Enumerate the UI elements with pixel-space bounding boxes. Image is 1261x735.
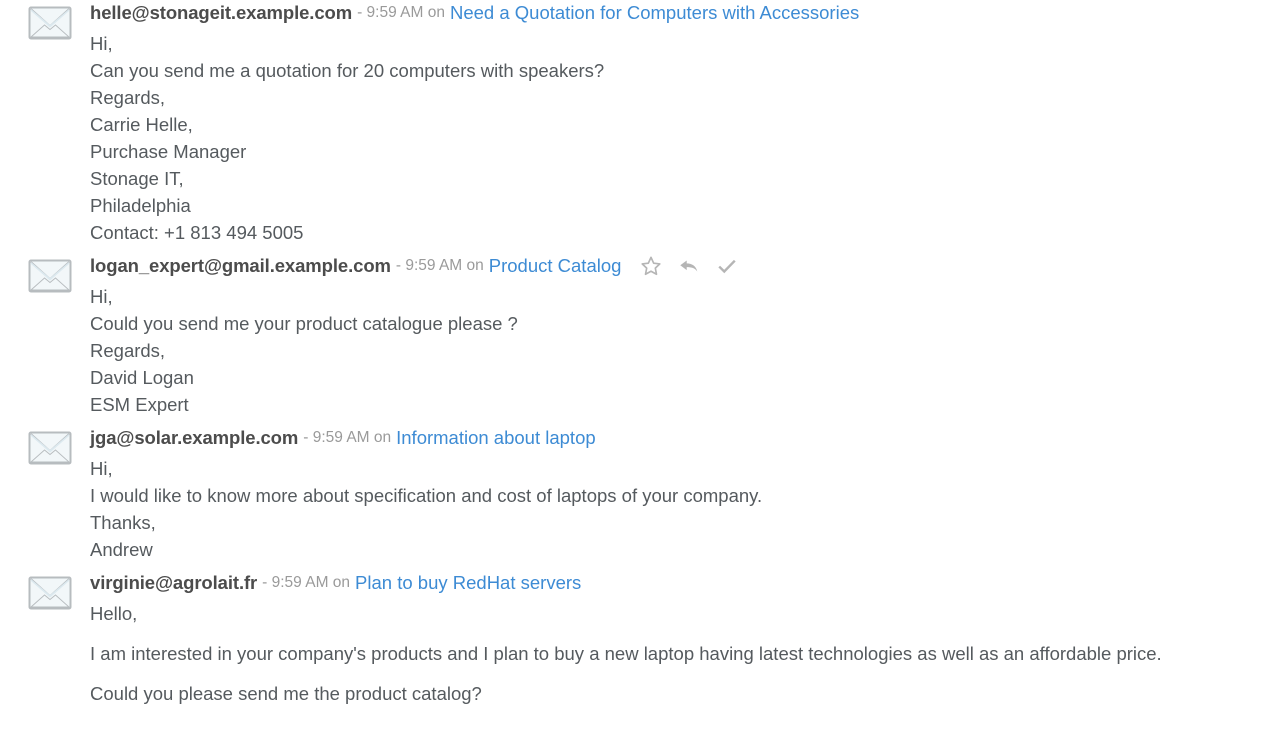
message-subject-link[interactable]: Plan to buy RedHat servers bbox=[355, 570, 581, 596]
message-timestamp: - 9:59 AM on bbox=[395, 257, 484, 274]
message-text-line: ESM Expert bbox=[90, 394, 189, 415]
message-text-line: Could you please send me the product cat… bbox=[90, 683, 482, 704]
message-timestamp: - 9:59 AM on bbox=[357, 4, 445, 21]
message-text-line: I am interested in your company's produc… bbox=[90, 643, 1162, 664]
message-body-cell: virginie@agrolait.fr - 9:59 AM on Plan to … bbox=[90, 570, 1261, 720]
reply-icon[interactable] bbox=[677, 254, 701, 278]
envelope-icon bbox=[28, 6, 90, 40]
envelope-icon bbox=[28, 576, 90, 610]
message-text-line: Contact: +1 813 494 5005 bbox=[90, 222, 304, 243]
message-text-line: Stonage IT, bbox=[90, 168, 184, 189]
message-timestamp: - 9:59 AM on bbox=[303, 429, 392, 446]
message-text-line: Thanks, bbox=[90, 512, 156, 533]
message-icon-cell bbox=[28, 425, 90, 465]
message-text: Hello, I am interested in your company's … bbox=[90, 596, 1245, 707]
message-text-line: Andrew bbox=[90, 539, 153, 560]
message-text-line: Hi, bbox=[90, 458, 113, 479]
message-body-cell: jga@solar.example.com - 9:59 AM on Informa… bbox=[90, 425, 1261, 563]
message-text-line: Can you send me a quotation for 20 compu… bbox=[90, 60, 605, 81]
message-header: helle@stonageit.example.com - 9:59 AM on N… bbox=[90, 0, 1245, 26]
message-text-line: Philadelphia bbox=[90, 195, 191, 216]
message-body-cell: helle@stonageit.example.com - 9:59 AM on N… bbox=[90, 0, 1261, 246]
message-subject-link[interactable]: Product Catalog bbox=[489, 253, 622, 279]
message-actions bbox=[621, 254, 739, 278]
message-text-line: Hello, bbox=[90, 603, 138, 624]
message-icon-cell bbox=[28, 253, 90, 293]
message-header: virginie@agrolait.fr - 9:59 AM on Plan to … bbox=[90, 570, 1245, 596]
message-text: Hi, Could you send me your product catalo… bbox=[90, 279, 1245, 418]
message-text-line: Regards, bbox=[90, 340, 166, 361]
message-author: jga@solar.example.com bbox=[90, 427, 299, 448]
message-author: helle@stonageit.example.com bbox=[90, 2, 353, 23]
message-text-line: Hi, bbox=[90, 33, 113, 54]
star-icon[interactable] bbox=[639, 254, 663, 278]
message-body-cell: logan_expert@gmail.example.com - 9:59 AM … bbox=[90, 253, 1261, 418]
envelope-icon bbox=[28, 259, 90, 293]
message-author: virginie@agrolait.fr bbox=[90, 572, 258, 593]
message-thread: helle@stonageit.example.com - 9:59 AM on N… bbox=[0, 0, 1261, 735]
message-header: logan_expert@gmail.example.com - 9:59 AM … bbox=[90, 253, 1245, 279]
message-text: Hi, Can you send me a quotation for 20 co… bbox=[90, 26, 1245, 246]
message-subject-link[interactable]: Need a Quotation for Computers with Acce… bbox=[450, 0, 859, 26]
message: jga@solar.example.com - 9:59 AM on Informa… bbox=[0, 425, 1261, 563]
message-text-line: Regards, bbox=[90, 87, 166, 108]
message-text-line: Could you send me your product catalogue… bbox=[90, 313, 518, 334]
message-text-line: Hi, bbox=[90, 286, 113, 307]
check-icon[interactable] bbox=[715, 254, 739, 278]
message-icon-cell bbox=[28, 0, 90, 40]
message: virginie@agrolait.fr - 9:59 AM on Plan to … bbox=[0, 570, 1261, 720]
message-text-line: I would like to know more about specific… bbox=[90, 485, 763, 506]
message-text-line: Carrie Helle, bbox=[90, 114, 193, 135]
message: logan_expert@gmail.example.com - 9:59 AM … bbox=[0, 253, 1261, 418]
message-author: logan_expert@gmail.example.com bbox=[90, 255, 391, 276]
message-header: jga@solar.example.com - 9:59 AM on Informa… bbox=[90, 425, 1245, 451]
message-subject-link[interactable]: Information about laptop bbox=[396, 425, 596, 451]
message-timestamp: - 9:59 AM on bbox=[262, 574, 351, 591]
message-icon-cell bbox=[28, 570, 90, 610]
message-text: Hi, I would like to know more about speci… bbox=[90, 451, 1245, 563]
message-text-line: Purchase Manager bbox=[90, 141, 247, 162]
envelope-icon bbox=[28, 431, 90, 465]
message: helle@stonageit.example.com - 9:59 AM on N… bbox=[0, 0, 1261, 246]
message-text-line: David Logan bbox=[90, 367, 194, 388]
